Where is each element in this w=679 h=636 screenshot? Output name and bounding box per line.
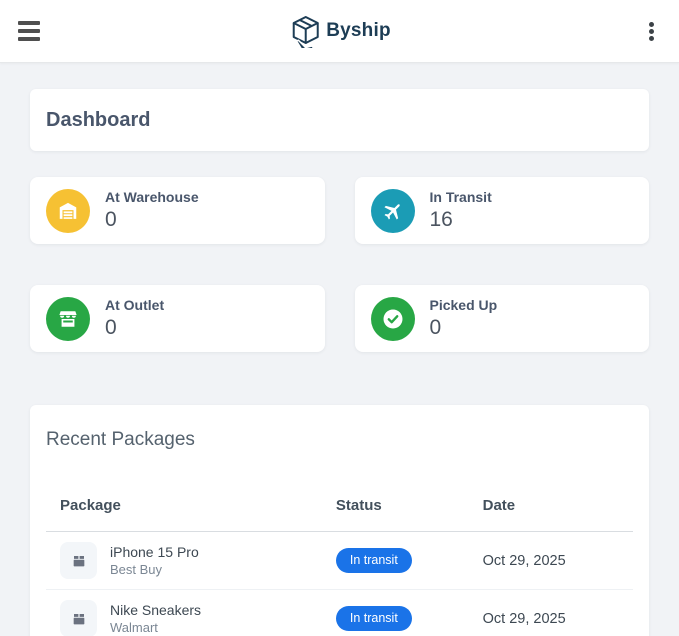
stat-card-in-transit[interactable]: In Transit 16 bbox=[354, 177, 649, 244]
stat-card-picked-up[interactable]: Picked Up 0 bbox=[354, 285, 649, 352]
kebab-menu-button[interactable] bbox=[641, 19, 661, 43]
top-app-bar: Byship bbox=[0, 0, 679, 63]
hamburger-menu-button[interactable] bbox=[18, 21, 42, 41]
package-name: Nike Sneakers bbox=[110, 602, 202, 618]
stats-grid: At Warehouse 0 In Transit 16 At Outlet 0… bbox=[30, 177, 649, 352]
brand-name: Byship bbox=[326, 20, 391, 41]
warehouse-icon bbox=[46, 188, 90, 233]
byship-box-plane-icon bbox=[288, 14, 322, 48]
package-store: Best Buy bbox=[110, 562, 163, 577]
page-title-card: Dashboard bbox=[30, 89, 649, 151]
table-header-row: Package Status Date bbox=[46, 483, 633, 532]
hamburger-bar bbox=[18, 37, 40, 41]
kebab-dot bbox=[648, 21, 654, 27]
column-header-date: Date bbox=[468, 483, 633, 532]
check-circle-icon bbox=[370, 296, 415, 341]
stat-label: At Warehouse bbox=[105, 189, 199, 205]
hamburger-bar bbox=[18, 21, 40, 25]
stat-value: 0 bbox=[105, 316, 117, 339]
kebab-dot bbox=[648, 28, 654, 34]
stat-text: At Warehouse 0 bbox=[105, 188, 199, 233]
package-name: iPhone 15 Pro bbox=[110, 544, 199, 560]
recent-packages-title: Recent Packages bbox=[46, 429, 195, 450]
status-badge: In transit bbox=[335, 548, 412, 573]
table-row[interactable]: Nike Sneakers Walmart In transit Oct 29,… bbox=[46, 589, 633, 636]
status-badge: In transit bbox=[335, 606, 412, 631]
stat-label: At Outlet bbox=[105, 297, 165, 313]
stat-text: At Outlet 0 bbox=[105, 296, 164, 341]
column-header-status: Status bbox=[321, 483, 469, 532]
main-content: Dashboard At Warehouse 0 In Transit 16 A… bbox=[0, 63, 679, 636]
package-date: Oct 29, 2025 bbox=[482, 552, 566, 569]
hamburger-bar bbox=[18, 29, 40, 33]
package-text: Nike Sneakers Walmart bbox=[110, 601, 201, 636]
package-cell: Nike Sneakers Walmart bbox=[60, 600, 308, 636]
plane-icon bbox=[370, 188, 415, 233]
stat-text: Picked Up 0 bbox=[430, 296, 498, 341]
package-text: iPhone 15 Pro Best Buy bbox=[110, 543, 199, 578]
stat-card-at-outlet[interactable]: At Outlet 0 bbox=[30, 285, 325, 352]
stat-value: 0 bbox=[105, 208, 117, 231]
recent-packages-card: Recent Packages Package Status Date iPho… bbox=[30, 405, 649, 636]
brand-logo[interactable]: Byship bbox=[288, 14, 391, 48]
package-box-icon bbox=[60, 600, 97, 636]
stat-label: In Transit bbox=[429, 189, 492, 205]
recent-packages-header: Recent Packages bbox=[30, 405, 649, 483]
stat-text: In Transit 16 bbox=[430, 188, 492, 233]
store-icon bbox=[46, 296, 90, 341]
page-title: Dashboard bbox=[46, 109, 151, 131]
kebab-dot bbox=[648, 35, 654, 41]
package-box-icon bbox=[60, 542, 97, 579]
table-row[interactable]: iPhone 15 Pro Best Buy In transit Oct 29… bbox=[46, 531, 633, 590]
package-date: Oct 29, 2025 bbox=[482, 610, 566, 627]
packages-table: Package Status Date iPhone 15 Pro Best B… bbox=[46, 483, 633, 636]
stat-value: 0 bbox=[429, 316, 442, 339]
stat-value: 16 bbox=[429, 208, 453, 231]
package-store: Walmart bbox=[110, 620, 158, 635]
stat-card-at-warehouse[interactable]: At Warehouse 0 bbox=[30, 177, 325, 244]
column-header-package: Package bbox=[46, 483, 322, 532]
stat-label: Picked Up bbox=[429, 297, 498, 313]
package-cell: iPhone 15 Pro Best Buy bbox=[60, 542, 308, 579]
